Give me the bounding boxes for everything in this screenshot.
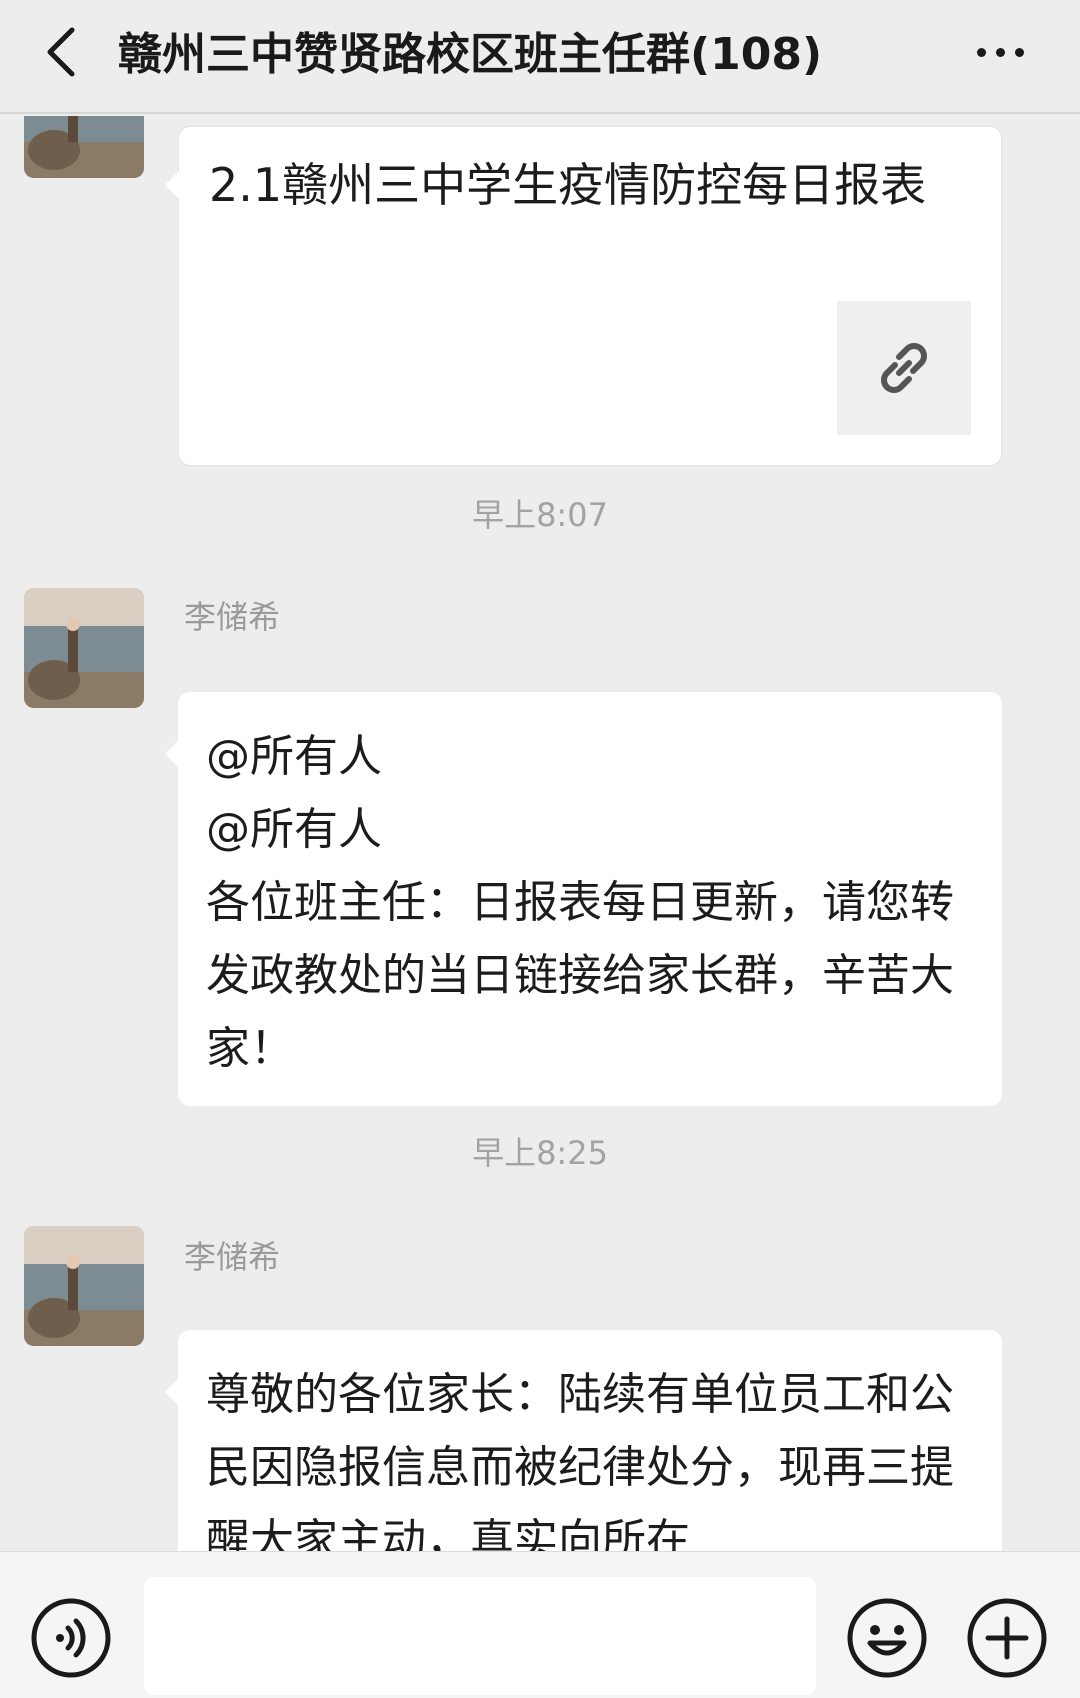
- avatar[interactable]: [24, 588, 144, 708]
- emoji-icon: [847, 1598, 927, 1678]
- link-card-title: 2.1赣州三中学生疫情防控每日报表: [209, 158, 927, 212]
- more-dots-icon: [976, 47, 986, 57]
- timestamp: 早上8:07: [472, 496, 608, 534]
- link-card-thumbnail: [837, 301, 971, 435]
- chat-title: 赣州三中赞贤路校区班主任群(108): [118, 29, 823, 80]
- message-bubble[interactable]: @所有人 @所有人 各位班主任：日报表每日更新，请您转发政教处的当日链接给家长群…: [165, 692, 1002, 1106]
- voice-icon: [31, 1598, 111, 1678]
- chat-messages[interactable]: 2.1赣州三中学生疫情防控每日报表 早上8:07 李储希 @所有人 @所有人 各…: [0, 116, 1080, 1551]
- timestamp: 早上8:25: [472, 1134, 608, 1172]
- sender-name: 李储希: [184, 1238, 281, 1276]
- voice-button[interactable]: [30, 1597, 112, 1679]
- message-text: 尊敬的各位家长：陆续有单位员工和公民因隐报信息而被纪律处分，现再三提醒大家主动，…: [206, 1369, 954, 1551]
- message-text: @所有人 @所有人 各位班主任：日报表每日更新，请您转发政教处的当日链接给家长群…: [206, 731, 954, 1074]
- emoji-button[interactable]: [846, 1597, 928, 1679]
- link-card[interactable]: 2.1赣州三中学生疫情防控每日报表: [165, 126, 1002, 466]
- plus-button[interactable]: [966, 1597, 1048, 1679]
- chat-header: 赣州三中赞贤路校区班主任群(108): [0, 0, 1080, 114]
- message-input[interactable]: [144, 1577, 816, 1695]
- link-icon: [881, 343, 927, 393]
- back-button[interactable]: [30, 22, 90, 82]
- chevron-left-icon: [47, 27, 75, 77]
- plus-icon: [967, 1598, 1047, 1678]
- message-bubble[interactable]: 尊敬的各位家长：陆续有单位员工和公民因隐报信息而被纪律处分，现再三提醒大家主动，…: [165, 1330, 1002, 1551]
- more-button[interactable]: [960, 30, 1040, 74]
- sender-name: 李储希: [184, 598, 281, 636]
- avatar[interactable]: [24, 116, 144, 178]
- avatar[interactable]: [24, 1226, 144, 1346]
- input-toolbar: [0, 1551, 1080, 1698]
